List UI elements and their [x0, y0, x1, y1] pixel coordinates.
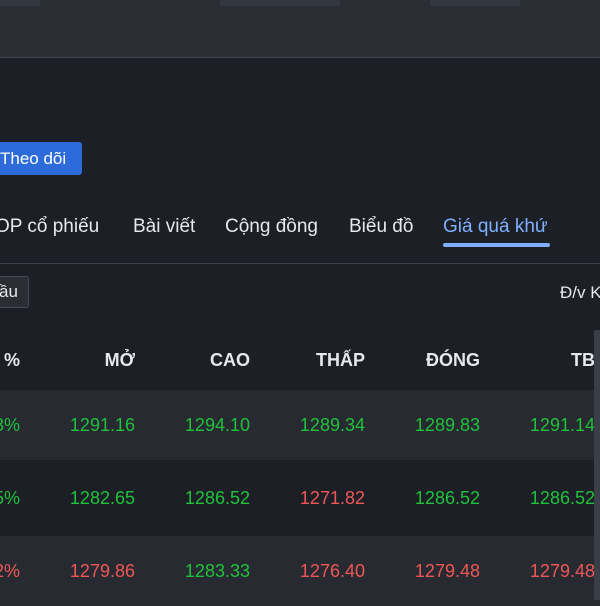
cell-close: 1286.52 [414, 487, 480, 508]
table-header-row: % MỞ CAO THẤP ĐÓNG TB [0, 330, 600, 390]
table-row: 5% 1282.65 1286.52 1271.82 1286.52 1286.52 [0, 463, 600, 533]
cell-open: 1291.16 [69, 414, 135, 435]
cell-average: 1291.14 [529, 414, 595, 435]
cell-change-percent: 3% [0, 414, 20, 435]
header-high[interactable]: CAO [155, 330, 250, 390]
top-bar-fragment [0, 0, 40, 6]
header-low[interactable]: THẤP [270, 330, 365, 390]
cell-low: 1276.40 [299, 560, 365, 581]
cell-open: 1279.86 [69, 560, 135, 581]
tab-chart[interactable]: Biểu đồ [349, 212, 413, 242]
header-average[interactable]: TB [500, 330, 595, 390]
top-bar-fragment [220, 0, 340, 6]
cell-open: 1282.65 [69, 487, 135, 508]
header-change-percent[interactable]: % [0, 330, 20, 390]
cell-average: 1279.48 [529, 560, 595, 581]
tab-community[interactable]: Cộng đồng [225, 212, 318, 242]
top-bar-fragment [430, 0, 520, 6]
cell-low: 1271.82 [299, 487, 365, 508]
table-row: 2% 1279.86 1283.33 1276.40 1279.48 1279.48 [0, 536, 600, 606]
cell-change-percent: 5% [0, 487, 20, 508]
header-close[interactable]: ĐÓNG [385, 330, 480, 390]
top-bar [0, 0, 600, 58]
table-row: 3% 1291.16 1294.10 1289.34 1289.83 1291.14 [0, 390, 600, 460]
tab-top-stocks[interactable]: OP cổ phiếu [0, 212, 99, 242]
unit-label: Đ/v K [560, 283, 600, 302]
scrollbar[interactable] [594, 330, 600, 600]
cell-high: 1286.52 [184, 487, 250, 508]
cell-high: 1283.33 [184, 560, 250, 581]
active-tab-indicator [443, 243, 550, 247]
cell-close: 1289.83 [414, 414, 480, 435]
header-open[interactable]: MỞ [40, 330, 135, 390]
cell-change-percent: 2% [0, 560, 20, 581]
divider [0, 263, 600, 264]
follow-button[interactable]: Theo dõi [0, 142, 82, 175]
cell-high: 1294.10 [184, 414, 250, 435]
date-filter-button[interactable]: ầu [0, 276, 29, 308]
tab-price-history[interactable]: Giá quá khứ [443, 212, 548, 242]
cell-low: 1289.34 [299, 414, 365, 435]
cell-close: 1279.48 [414, 560, 480, 581]
tab-posts[interactable]: Bài viết [133, 212, 195, 242]
cell-average: 1286.52 [529, 487, 595, 508]
